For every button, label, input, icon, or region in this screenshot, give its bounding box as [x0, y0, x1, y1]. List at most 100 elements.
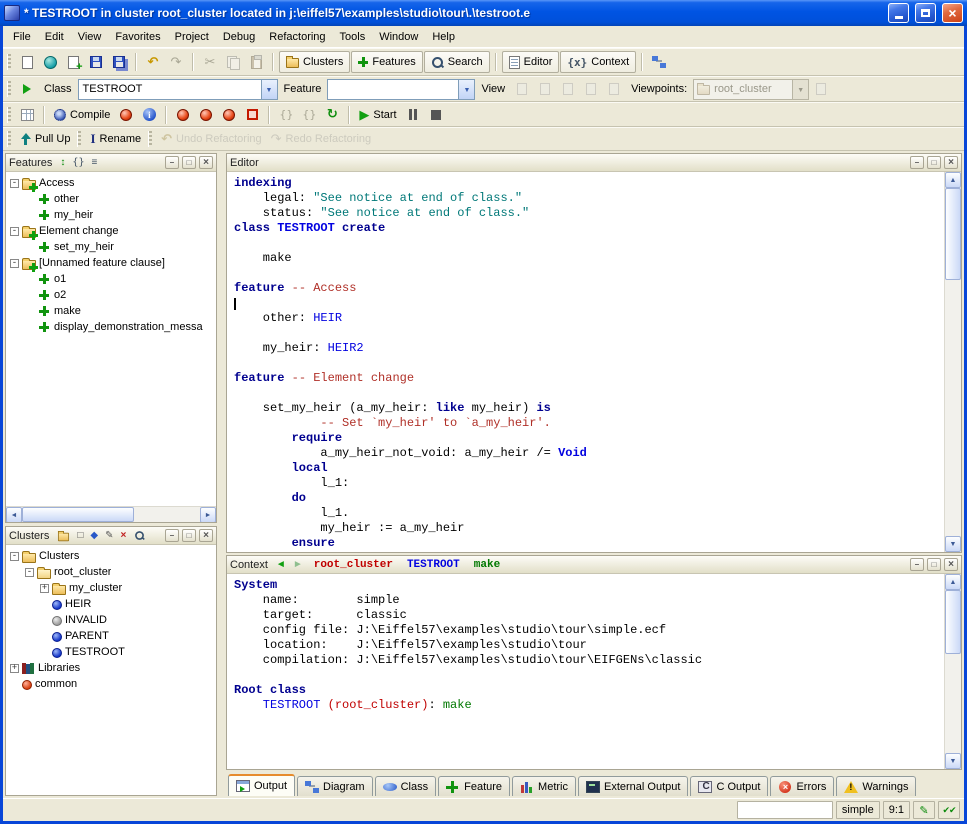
editor-vscrollbar[interactable] — [944, 172, 961, 552]
tab-output[interactable]: Output — [228, 774, 295, 796]
paste-button[interactable] — [245, 51, 267, 73]
feature-item-set-my-heir[interactable]: set_my_heir — [6, 239, 216, 255]
scroll-left-button[interactable] — [6, 507, 22, 523]
context-close-button[interactable] — [944, 558, 958, 571]
cluster-item-libraries[interactable]: +Libraries — [6, 660, 216, 676]
editor-panel-header[interactable]: Editor — [227, 154, 961, 172]
hscroll-track[interactable] — [22, 507, 200, 522]
tree-expander-icon[interactable]: - — [10, 227, 19, 236]
view-contract-button[interactable] — [580, 78, 602, 100]
feature-combobox[interactable] — [327, 79, 475, 100]
context-tool-button[interactable]: Context — [560, 51, 636, 73]
alias-list-icon[interactable] — [89, 155, 99, 170]
editor-maximize-button[interactable] — [927, 156, 941, 169]
cancel-compilation-button[interactable] — [241, 104, 263, 126]
package-icon[interactable] — [75, 528, 85, 543]
maximize-button[interactable] — [915, 3, 936, 23]
compilation-info-button[interactable] — [138, 104, 160, 126]
melt-button[interactable] — [115, 104, 137, 126]
context-breadcrumb-testroot[interactable]: TESTROOT — [407, 559, 460, 571]
vscroll-thumb[interactable] — [945, 188, 961, 280]
clusters-maximize-button[interactable] — [182, 529, 196, 542]
cut-button[interactable] — [199, 51, 221, 73]
enable-breakpoints-button[interactable] — [275, 104, 297, 126]
undo-refactoring-button[interactable]: Undo Refactoring — [157, 128, 266, 150]
vscroll-track[interactable] — [945, 590, 961, 753]
vertical-splitter[interactable] — [220, 153, 223, 796]
clusters-minimize-button[interactable] — [165, 529, 179, 542]
new-document-button[interactable] — [16, 51, 38, 73]
compile-button[interactable]: Compile — [50, 104, 114, 126]
features-maximize-button[interactable] — [182, 156, 196, 169]
precompile-button[interactable] — [218, 104, 240, 126]
context-minimize-button[interactable] — [910, 558, 924, 571]
menu-item-project[interactable]: Project — [168, 27, 216, 47]
undo-button[interactable] — [142, 51, 164, 73]
refresh-button[interactable] — [321, 104, 343, 126]
clusters-close-button[interactable] — [199, 529, 213, 542]
cluster-item-parent[interactable]: PARENT — [6, 628, 216, 644]
context-maximize-button[interactable] — [927, 558, 941, 571]
tree-expander-icon[interactable]: + — [40, 584, 49, 593]
viewpoints-combobox-dropdown-button[interactable] — [792, 80, 808, 99]
toolbar-grip[interactable] — [7, 54, 11, 70]
freeze-button[interactable] — [172, 104, 194, 126]
viewpoints-extra-button[interactable] — [810, 78, 832, 100]
signatures-icon[interactable] — [70, 155, 86, 170]
menu-item-window[interactable]: Window — [372, 27, 425, 47]
feature-item-element-change[interactable]: -Element change — [6, 223, 216, 239]
menu-item-help[interactable]: Help — [425, 27, 462, 47]
editor-code-pane[interactable]: indexing legal: "See notice at end of cl… — [227, 172, 944, 552]
feature-item-access[interactable]: -Access — [6, 175, 216, 191]
class-combobox-dropdown-button[interactable] — [261, 80, 277, 99]
menu-item-file[interactable]: File — [6, 27, 38, 47]
add-cluster-icon[interactable] — [55, 528, 72, 543]
tree-expander-icon[interactable]: - — [10, 259, 19, 268]
feature-item-display-demonstration-messa[interactable]: display_demonstration_messa — [6, 319, 216, 335]
view-flat-button[interactable] — [557, 78, 579, 100]
menu-item-favorites[interactable]: Favorites — [108, 27, 167, 47]
features-minimize-button[interactable] — [165, 156, 179, 169]
features-tree[interactable]: -Accessothermy_heir-Element changeset_my… — [6, 172, 216, 506]
tab-warnings[interactable]: Warnings — [836, 776, 916, 796]
cluster-item-heir[interactable]: HEIR — [6, 596, 216, 612]
start-button[interactable]: Start — [355, 104, 400, 126]
cluster-item-my-cluster[interactable]: +my_cluster — [6, 580, 216, 596]
tree-expander-icon[interactable]: - — [10, 552, 19, 561]
context-back-button[interactable] — [274, 560, 288, 570]
title-bar[interactable]: * TESTROOT in cluster root_cluster locat… — [0, 0, 967, 26]
search-tool-button[interactable]: Search — [424, 51, 490, 73]
scroll-right-button[interactable] — [200, 507, 216, 523]
menu-item-debug[interactable]: Debug — [216, 27, 262, 47]
hscroll-thumb[interactable] — [22, 507, 134, 522]
feature-item-o1[interactable]: o1 — [6, 271, 216, 287]
feature-item-o2[interactable]: o2 — [6, 287, 216, 303]
add-item-button[interactable] — [62, 51, 84, 73]
search-clusters-icon[interactable] — [131, 528, 148, 543]
viewpoints-combobox[interactable]: root_cluster — [693, 79, 809, 100]
view-clickable-button[interactable] — [534, 78, 556, 100]
pause-button[interactable] — [402, 104, 424, 126]
view-basic-button[interactable] — [511, 78, 533, 100]
rename-button[interactable]: Rename — [86, 128, 145, 150]
cluster-item-invalid[interactable]: INVALID — [6, 612, 216, 628]
menu-item-edit[interactable]: Edit — [38, 27, 71, 47]
cluster-item-clusters[interactable]: -Clusters — [6, 548, 216, 564]
redo-refactoring-button[interactable]: Redo Refactoring — [267, 128, 376, 150]
menu-item-view[interactable]: View — [71, 27, 109, 47]
tab-errors[interactable]: Errors — [770, 776, 834, 796]
minimize-button[interactable] — [888, 3, 909, 23]
class-nav-button[interactable] — [16, 78, 38, 100]
feature-item-unnamed-feature-clause[interactable]: -[Unnamed feature clause] — [6, 255, 216, 271]
toolbar-grip[interactable] — [148, 131, 152, 147]
remove-icon[interactable] — [118, 528, 128, 543]
context-breadcrumb-make[interactable]: make — [474, 559, 500, 571]
scroll-up-button[interactable] — [945, 172, 961, 188]
tab-feature[interactable]: Feature — [438, 776, 510, 796]
save-all-button[interactable] — [108, 51, 130, 73]
tab-c-output[interactable]: C Output — [690, 776, 768, 796]
context-panel-header[interactable]: Context root_clusterTESTROOTmake — [227, 556, 961, 574]
features-tool-button[interactable]: Features — [351, 51, 422, 73]
cluster-item-common[interactable]: common — [6, 676, 216, 692]
disable-breakpoints-button[interactable] — [298, 104, 320, 126]
